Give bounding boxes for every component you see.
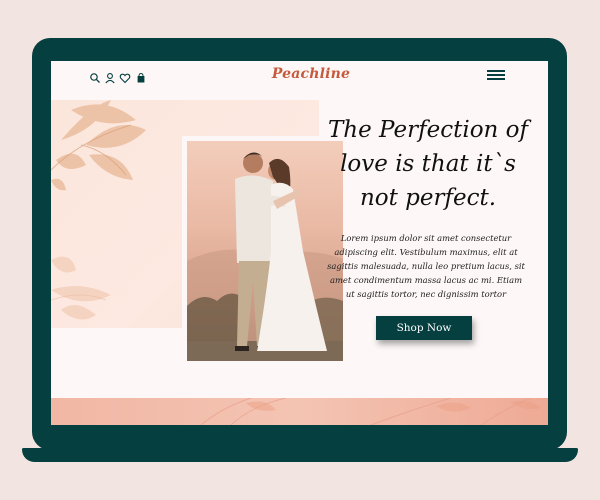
couple-photo — [187, 141, 343, 361]
hero-headline: The Perfection of love is that it`s not … — [327, 117, 529, 211]
hero-description: Lorem ipsum dolor sit amet consectetur a… — [327, 233, 525, 299]
search-icon[interactable] — [89, 69, 101, 83]
bag-icon[interactable] — [135, 69, 147, 83]
shop-now-button[interactable]: Shop Now — [376, 316, 472, 340]
bottom-decoration-band — [51, 398, 548, 425]
user-icon[interactable] — [104, 69, 116, 84]
heart-icon[interactable] — [119, 69, 131, 84]
laptop-base — [22, 448, 578, 462]
site-header: Peachline — [51, 61, 548, 91]
brand-logo[interactable]: Peachline — [266, 66, 356, 82]
hamburger-menu-icon[interactable] — [487, 70, 505, 80]
website-screen: Peachline The Perfection of love is that… — [51, 61, 548, 425]
